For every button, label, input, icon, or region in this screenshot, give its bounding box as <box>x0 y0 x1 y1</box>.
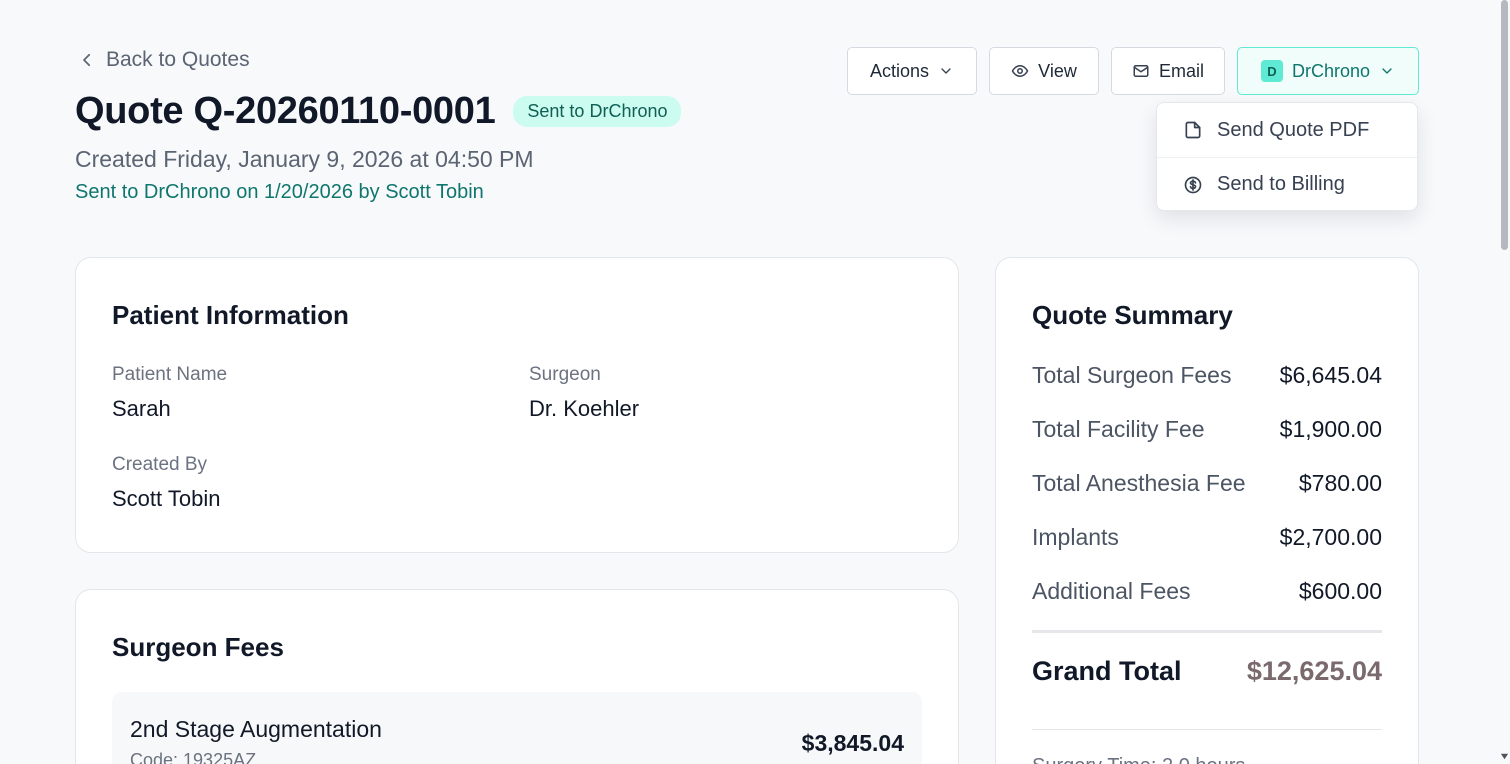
fee-item: 2nd Stage Augmentation Code: 19325AZ $3,… <box>112 692 922 764</box>
title-row: Quote Q-20260110-0001 Sent to DrChrono <box>75 90 682 133</box>
mail-icon <box>1133 65 1149 77</box>
summary-label: Total Facility Fee <box>1032 416 1205 442</box>
summary-value: $600.00 <box>1298 578 1382 604</box>
grand-total-label: Grand Total <box>1032 656 1182 686</box>
card-title: Patient Information <box>112 300 349 330</box>
fee-name: 2nd Stage Augmentation <box>130 716 382 742</box>
summary-row-implants: Implants $2,700.00 <box>1032 524 1382 551</box>
page-title: Quote Q-20260110-0001 <box>75 90 496 132</box>
fee-amount: $3,845.04 <box>801 730 904 756</box>
patient-name-value: Sarah <box>112 396 171 421</box>
summary-divider <box>1032 729 1382 730</box>
surgeon-value: Dr. Koehler <box>529 396 640 421</box>
actions-button[interactable]: Actions <box>847 47 977 95</box>
card-title: Quote Summary <box>1032 300 1233 330</box>
menu-item-send-to-billing[interactable]: Send to Billing <box>1157 157 1417 211</box>
drchrono-button[interactable]: D DrChrono <box>1237 47 1419 95</box>
file-icon <box>1185 121 1201 139</box>
summary-value: $780.00 <box>1298 470 1382 496</box>
summary-value: $2,700.00 <box>1279 524 1382 550</box>
back-link-label: Back to Quotes <box>106 48 250 71</box>
drchrono-dropdown-menu: Send Quote PDF Send to Billing <box>1156 102 1418 211</box>
summary-label: Implants <box>1032 524 1119 550</box>
created-date: Created Friday, January 9, 2026 at 04:50… <box>75 146 534 172</box>
summary-row-additional-fees: Additional Fees $600.00 <box>1032 578 1382 605</box>
summary-label: Additional Fees <box>1032 578 1191 604</box>
surgeon-label: Surgeon <box>529 364 601 385</box>
summary-row-anesthesia-fee: Total Anesthesia Fee $780.00 <box>1032 470 1382 497</box>
email-button[interactable]: Email <box>1111 47 1225 95</box>
quote-summary-card: Quote Summary Total Surgeon Fees $6,645.… <box>995 257 1419 764</box>
menu-item-label: Send Quote PDF <box>1217 118 1370 141</box>
summary-row-facility-fee: Total Facility Fee $1,900.00 <box>1032 416 1382 443</box>
surgery-time: Surgery Time: 2.0 hours <box>1032 755 1245 764</box>
grand-total-row: Grand Total $12,625.04 <box>1032 656 1382 687</box>
created-by-label: Created By <box>112 454 208 475</box>
summary-label: Total Surgeon Fees <box>1032 362 1232 388</box>
drchrono-label: DrChrono <box>1291 60 1371 81</box>
actions-label: Actions <box>869 60 930 81</box>
summary-value: $1,900.00 <box>1279 416 1382 442</box>
back-to-quotes-link[interactable]: Back to Quotes <box>78 48 250 72</box>
chevron-down-icon <box>941 68 951 74</box>
sent-info: Sent to DrChrono on 1/20/2026 by Scott T… <box>75 181 484 203</box>
status-badge: Sent to DrChrono <box>513 96 682 127</box>
summary-label: Total Anesthesia Fee <box>1032 470 1246 496</box>
fee-code: Code: 19325AZ <box>130 750 257 764</box>
drchrono-badge: D <box>1260 60 1283 82</box>
patient-info-card: Patient Information Patient Name Sarah S… <box>75 257 959 553</box>
summary-row-surgeon-fees: Total Surgeon Fees $6,645.04 <box>1032 362 1382 389</box>
chevron-down-icon <box>1382 68 1392 74</box>
patient-name-label: Patient Name <box>112 364 228 385</box>
email-label: Email <box>1158 60 1204 81</box>
scrollbar-thumb[interactable] <box>1501 0 1508 250</box>
surgeon-fees-card: Surgeon Fees 2nd Stage Augmentation Code… <box>75 589 959 764</box>
menu-item-send-quote-pdf[interactable]: Send Quote PDF <box>1157 103 1417 157</box>
view-button[interactable]: View <box>989 47 1099 95</box>
scroll-down-arrow-icon[interactable] <box>1500 752 1509 761</box>
view-label: View <box>1038 60 1077 81</box>
menu-item-label: Send to Billing <box>1217 173 1345 195</box>
grand-total-value: $12,625.04 <box>1246 656 1382 686</box>
summary-divider <box>1032 630 1382 633</box>
eye-icon <box>1011 65 1029 77</box>
card-title: Surgeon Fees <box>112 632 284 662</box>
created-by-value: Scott Tobin <box>112 486 221 511</box>
summary-value: $6,645.04 <box>1279 362 1382 388</box>
dollar-circle-icon <box>1184 176 1202 193</box>
chevron-left-icon <box>83 53 91 67</box>
